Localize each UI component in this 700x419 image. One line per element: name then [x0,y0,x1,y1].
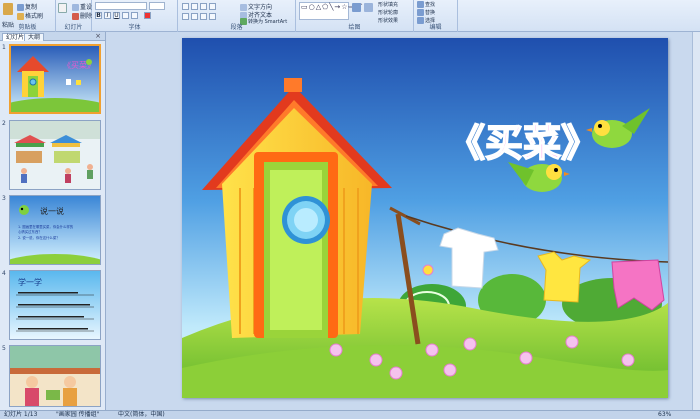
find-icon [417,1,424,8]
bullets-button[interactable] [182,3,189,10]
status-bar: 幻灯片 1/13 "画家园 传播组" 中文(简体，中国) 63% [0,410,700,419]
slide-thumb-5[interactable] [9,345,101,407]
font-group: B I U 字体 [92,0,178,32]
new-slide-icon [58,3,67,13]
clipboard-label: 剪贴板 [18,24,37,31]
thumb-number: 2 [2,120,6,127]
shadow-button[interactable] [131,12,138,19]
thumb-2-art [10,121,100,189]
slides-label: 幻灯片 [64,24,83,31]
thumb-3-title: 说一说 [40,206,64,216]
theme-name: "画家园 传播组" [56,411,100,418]
zoom-level[interactable]: 63% [658,411,671,419]
underline-button[interactable]: U [113,12,120,19]
slide-thumb-2[interactable] [9,120,101,190]
slides-pane: 幻灯片 大纲 × 1 《买菜》 2 3 说一说 1. 图画里在哪里买菜，你会什么… [0,32,106,410]
thumb-number: 1 [2,44,6,51]
font-color-button[interactable] [144,12,151,19]
language-status: 中文(简体，中国) [118,411,165,418]
quick-styles-icon [364,3,373,12]
thumb-3-line: 2. 说一说，你在这什么菜？ [18,235,60,240]
replace-button[interactable]: 替换 [417,9,435,16]
brush-icon [17,13,24,20]
shape-outline-button[interactable]: 形状轮廓 [378,9,398,16]
slide-thumb-4[interactable]: 学一学 [9,270,101,340]
italic-button[interactable]: I [104,12,111,19]
indent-decrease-button[interactable] [200,3,207,10]
justify-button[interactable] [209,13,216,20]
strike-button[interactable] [122,12,129,19]
arrange-icon [352,3,361,12]
find-button[interactable]: 查找 [417,1,435,8]
align-left-button[interactable] [182,13,189,20]
thumb-4-title: 学一学 [18,277,42,287]
paragraph-group: 文字方向 对齐文本 转换为 SmartArt 段落 [178,0,296,32]
paste-button[interactable] [3,3,14,15]
slide-artwork: 《买菜》 [182,38,668,398]
thumb-number: 4 [2,270,6,277]
delete-slide-button[interactable]: 删除 [72,11,92,20]
thumb-1-art: 《买菜》 [11,46,99,112]
numbering-button[interactable] [191,3,198,10]
editing-label: 编辑 [429,24,442,31]
slide-canvas: 《买菜》 [107,32,700,410]
paragraph-label: 段落 [230,24,243,31]
vertical-scrollbar[interactable] [692,32,700,410]
paste-icon [3,3,13,15]
arrange-button[interactable] [352,3,362,12]
drawing-group: ▭○△⬠╲→☆⇨⌒{} 形状填充 形状轮廓 形状效果 绘图 [296,0,414,32]
slides-group: 重设 删除 幻灯片 [56,0,92,32]
replace-icon [417,9,424,16]
align-center-button[interactable] [191,13,198,20]
shapes-gallery[interactable]: ▭○△⬠╲→☆⇨⌒{} [299,2,373,20]
thumb-3-art: 说一说 1. 图画里在哪里买菜，你会什么样的 心情买过东西？ 2. 说一说，你在… [10,196,100,264]
thumb-3-line: 心情买过东西？ [18,229,42,234]
slide-thumb-1[interactable]: 《买菜》 [9,44,101,114]
font-name-box[interactable] [95,2,147,10]
drawing-label: 绘图 [348,24,361,31]
align-right-button[interactable] [200,13,207,20]
thumb-number: 3 [2,195,6,202]
quick-styles-button[interactable] [364,3,374,12]
slide-title: 《买菜》 [447,121,599,165]
thumb-3-line: 1. 图画里在哪里买菜，你会什么样的 [18,224,74,229]
delete-icon [72,13,79,20]
reset-icon [72,4,79,11]
font-label: 字体 [128,24,141,31]
clipboard-group: 粘贴 复制 格式刷 剪贴板 [0,0,56,32]
copy-icon [17,4,24,11]
ribbon: 粘贴 复制 格式刷 剪贴板 重设 删除 幻灯片 B I U 字体 文字方向 对齐… [0,0,700,32]
thumb-number: 5 [2,345,6,352]
thumb-4-art: 学一学 [10,271,100,339]
slide-thumb-3[interactable]: 说一说 1. 图画里在哪里买菜，你会什么样的 心情买过东西？ 2. 说一说，你在… [9,195,101,265]
tab-outline[interactable]: 大纲 [24,33,45,41]
editing-group: 查找 替换 选择 编辑 [414,0,458,32]
close-icon[interactable]: × [95,32,101,40]
thumb-5-art [10,346,100,406]
slide-counter: 幻灯片 1/13 [4,411,38,418]
pane-tabs: 幻灯片 大纲 × [0,32,105,41]
reset-button[interactable]: 重设 [72,2,92,11]
indent-increase-button[interactable] [209,3,216,10]
shape-fill-button[interactable]: 形状填充 [378,1,398,8]
current-slide[interactable]: 《买菜》 [182,38,668,398]
format-painter-button[interactable]: 格式刷 [17,11,43,20]
font-size-box[interactable] [149,2,165,10]
copy-button[interactable]: 复制 [17,2,37,11]
new-slide-button[interactable] [58,3,68,13]
bold-button[interactable]: B [95,12,102,19]
